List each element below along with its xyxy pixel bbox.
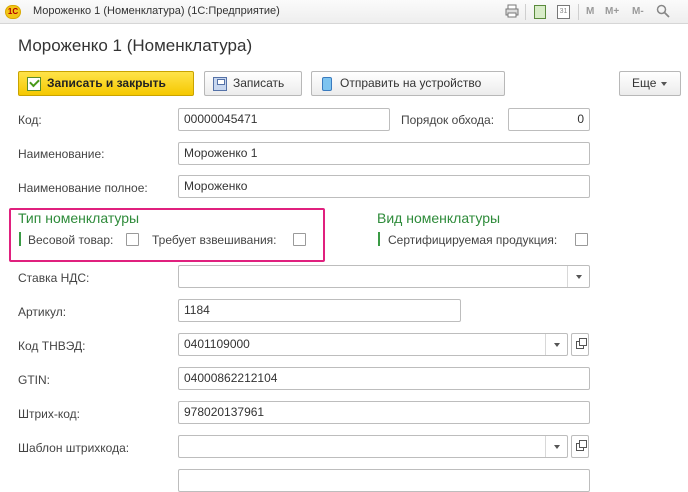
code-field[interactable]: 00000045471 bbox=[178, 108, 390, 131]
chevron-down-icon[interactable] bbox=[567, 266, 589, 287]
certified-product-checkbox[interactable] bbox=[575, 233, 588, 246]
item-type-group-title: Тип номенклатуры bbox=[18, 210, 140, 226]
order-label: Порядок обхода: bbox=[401, 113, 495, 127]
phone-icon bbox=[322, 77, 332, 91]
barcode-label: Штрих-код: bbox=[18, 407, 80, 421]
1c-logo-icon: 1С bbox=[5, 5, 21, 19]
barcode-field[interactable]: 978020137961 bbox=[178, 401, 590, 424]
disk-icon bbox=[213, 77, 227, 91]
order-field[interactable]: 0 bbox=[508, 108, 590, 131]
tnved-code-value: 0401109000 bbox=[184, 337, 250, 351]
article-label: Артикул: bbox=[18, 305, 67, 319]
save-and-close-button[interactable]: Записать и закрыть bbox=[18, 71, 194, 96]
barcode-template-select[interactable] bbox=[178, 435, 568, 458]
page-title: Мороженко 1 (Номенклатура) bbox=[18, 36, 253, 55]
memory-m-button[interactable]: M bbox=[586, 4, 594, 20]
send-to-device-label: Отправить на устройство bbox=[340, 76, 482, 90]
save-check-icon bbox=[27, 77, 41, 91]
memory-m-minus-button[interactable]: M- bbox=[632, 4, 644, 20]
name-field[interactable]: Мороженко 1 bbox=[178, 142, 590, 165]
fullname-label: Наименование полное: bbox=[18, 181, 148, 195]
window-title-bar: 1С Мороженко 1 (Номенклатура) (1С:Предпр… bbox=[0, 0, 688, 24]
memory-m-plus-button[interactable]: M+ bbox=[605, 4, 619, 20]
tnved-code-label: Код ТНВЭД: bbox=[18, 339, 86, 353]
save-and-close-label: Записать и закрыть bbox=[47, 76, 166, 90]
requires-weighing-label: Требует взвешивания: bbox=[152, 233, 277, 247]
search-icon[interactable] bbox=[656, 4, 670, 20]
gtin-field[interactable]: 04000862212104 bbox=[178, 367, 590, 390]
toolbar-separator bbox=[525, 4, 526, 20]
more-button[interactable]: Еще bbox=[619, 71, 681, 96]
name-label: Наименование: bbox=[18, 147, 105, 161]
tnved-code-select[interactable]: 0401109000 bbox=[178, 333, 568, 356]
chevron-down-icon[interactable] bbox=[545, 334, 567, 355]
send-to-device-button[interactable]: Отправить на устройство bbox=[311, 71, 505, 96]
open-item-icon[interactable] bbox=[571, 333, 589, 356]
fullname-field[interactable]: Мороженко bbox=[178, 175, 590, 198]
save-button[interactable]: Записать bbox=[204, 71, 302, 96]
item-kind-group-title: Вид номенклатуры bbox=[377, 210, 501, 226]
save-label: Записать bbox=[233, 76, 285, 90]
vat-rate-select[interactable] bbox=[178, 265, 590, 288]
open-item-icon[interactable] bbox=[571, 435, 589, 458]
certified-product-label: Сертифицируемая продукция: bbox=[388, 233, 558, 247]
weight-item-checkbox[interactable] bbox=[126, 233, 139, 246]
group-marker bbox=[19, 232, 21, 246]
print-icon[interactable] bbox=[505, 4, 519, 20]
chevron-down-icon[interactable] bbox=[545, 436, 567, 457]
more-label: Еще bbox=[632, 76, 657, 90]
chevron-down-icon bbox=[661, 81, 668, 86]
vat-rate-label: Ставка НДС: bbox=[18, 271, 90, 285]
calendar-icon[interactable]: 31 bbox=[557, 5, 570, 19]
next-field-partial[interactable] bbox=[178, 469, 590, 492]
gtin-label: GTIN: bbox=[18, 373, 50, 387]
toolbar-separator bbox=[578, 4, 579, 20]
article-field[interactable]: 1184 bbox=[178, 299, 461, 322]
barcode-template-label: Шаблон штрихкода: bbox=[18, 441, 130, 455]
requires-weighing-checkbox[interactable] bbox=[293, 233, 306, 246]
calculator-icon[interactable] bbox=[534, 5, 546, 19]
weight-item-label: Весовой товар: bbox=[28, 233, 114, 247]
code-label: Код: bbox=[18, 113, 42, 127]
group-marker bbox=[378, 232, 380, 246]
window-title: Мороженко 1 (Номенклатура) (1С:Предприят… bbox=[33, 5, 280, 17]
